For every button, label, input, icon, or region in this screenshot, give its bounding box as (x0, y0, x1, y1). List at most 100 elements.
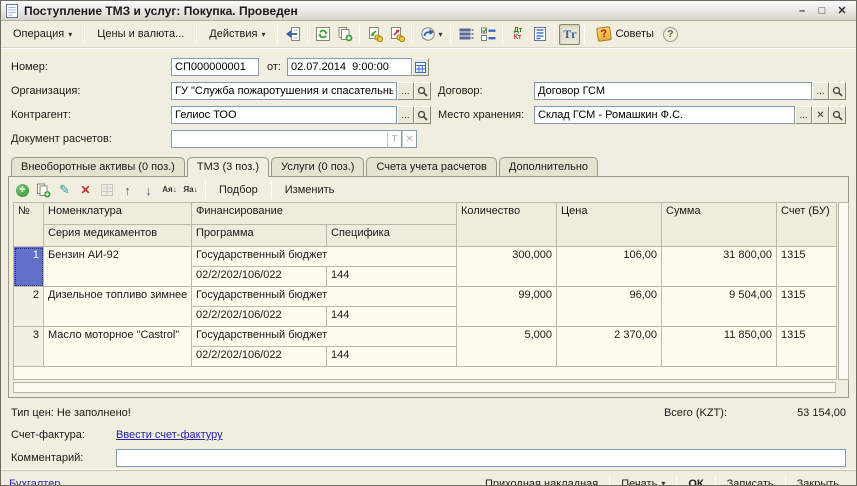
row-selector[interactable]: 2 (14, 287, 44, 327)
cell-sum[interactable]: 31 800,00 (662, 247, 777, 287)
horizontal-scrollbar[interactable] (13, 382, 836, 393)
contract-choose-button[interactable]: ... (812, 82, 829, 100)
counterparty-input[interactable] (171, 106, 397, 124)
cell-nomenclature[interactable]: Дизельное топливо зимнее (44, 287, 192, 327)
organization-open-button[interactable] (414, 82, 431, 100)
warehouse-open-button[interactable] (829, 106, 846, 124)
cell-price[interactable]: 96,00 (557, 287, 662, 327)
list-selection-button[interactable] (477, 24, 498, 45)
actions-menu-button[interactable]: Действия ▾ (201, 24, 273, 44)
ok-button[interactable]: ОК (679, 475, 712, 486)
sort-desc-button[interactable]: Яа↓ (181, 181, 200, 200)
calendar-button[interactable] (412, 58, 429, 76)
post-document-button[interactable] (282, 24, 303, 45)
cell-program[interactable]: 02/2/202/106/022 (192, 307, 327, 327)
cell-nomenclature[interactable]: Бензин АИ-92 (44, 247, 192, 287)
chevron-down-icon: ▾ (438, 30, 442, 39)
cell-account[interactable]: 1315 (777, 287, 837, 327)
cell-financing[interactable]: Государственный бюджет (192, 247, 457, 267)
add-row-button[interactable]: + (13, 181, 32, 200)
copy-row-button[interactable] (34, 181, 53, 200)
contract-input[interactable] (534, 82, 812, 100)
row-selector[interactable]: 1 (14, 247, 44, 287)
print-button[interactable]: Печать ▾ (612, 475, 674, 486)
comment-input[interactable] (116, 449, 846, 467)
checkbox-rows-icon (480, 26, 496, 42)
cell-account[interactable]: 1315 (777, 247, 837, 287)
chevron-down-icon: ▾ (661, 479, 665, 486)
register-prices-return-button[interactable] (386, 24, 407, 45)
document-footer: Тип цен: Не заполнено! Всего (KZT): 53 1… (1, 398, 856, 470)
cell-quantity[interactable]: 300,000 (457, 247, 557, 287)
responsible-link[interactable]: Бухгалтер (9, 478, 476, 486)
tab-noncurrent-assets[interactable]: Внеоборотные активы (0 поз.) (11, 157, 185, 176)
close-icon[interactable]: ✕ (832, 3, 852, 19)
warehouse-clear-button[interactable]: ✕ (812, 106, 829, 124)
save-button[interactable]: Записать (718, 475, 783, 486)
cell-specifics[interactable]: 144 (327, 267, 457, 287)
advices-button[interactable]: ? Советы (589, 23, 661, 45)
date-input[interactable] (287, 58, 412, 76)
move-up-button[interactable]: ↑ (118, 181, 137, 200)
tab-tmz[interactable]: ТМЗ (3 поз.) (187, 157, 269, 177)
cell-program[interactable]: 02/2/202/106/022 (192, 267, 327, 287)
maximize-icon[interactable]: □ (812, 3, 832, 19)
cell-program[interactable]: 02/2/202/106/022 (192, 347, 327, 367)
counterparty-choose-button[interactable]: ... (397, 106, 414, 124)
cell-quantity[interactable]: 5,000 (457, 327, 557, 367)
refresh-button[interactable] (312, 24, 333, 45)
end-edit-button[interactable] (97, 181, 116, 200)
tenge-toggle-button[interactable]: Тг (559, 24, 580, 45)
cell-nomenclature[interactable]: Масло моторное "Castrol" (44, 327, 192, 367)
show-postings-button[interactable]: Дт Кт (507, 24, 528, 45)
organization-choose-button[interactable]: ... (397, 82, 414, 100)
settlement-doc-clear-button[interactable]: ✕ (402, 130, 417, 148)
organization-input[interactable] (171, 82, 397, 100)
go-to-button[interactable]: ▾ (416, 24, 446, 45)
operation-menu-button[interactable]: Операция ▾ (5, 24, 80, 44)
pick-button[interactable]: Подбор (211, 182, 266, 198)
cell-account[interactable]: 1315 (777, 327, 837, 367)
move-down-button[interactable]: ↓ (139, 181, 158, 200)
row-selector[interactable]: 3 (14, 327, 44, 367)
copy-document-button[interactable] (334, 24, 355, 45)
warehouse-input[interactable] (534, 106, 795, 124)
cell-sum[interactable]: 11 850,00 (662, 327, 777, 367)
close-button[interactable]: Закрыть (788, 475, 848, 486)
arrow-up-icon: ↑ (124, 183, 131, 198)
enter-invoice-link[interactable]: Ввести счет-фактуру (116, 429, 223, 441)
minimize-icon[interactable]: – (792, 3, 812, 19)
change-button[interactable]: Изменить (277, 182, 343, 198)
contract-open-button[interactable] (829, 82, 846, 100)
cell-sum[interactable]: 9 504,00 (662, 287, 777, 327)
tab-settlement-accounts[interactable]: Счета учета расчетов (366, 157, 496, 176)
register-prices-in-button[interactable] (364, 24, 385, 45)
magnifier-icon (417, 86, 428, 97)
cell-specifics[interactable]: 144 (327, 307, 457, 327)
tab-services[interactable]: Услуги (0 поз.) (271, 157, 364, 176)
cell-specifics[interactable]: 144 (327, 347, 457, 367)
tab-additional[interactable]: Дополнительно (499, 157, 598, 176)
cell-price[interactable]: 2 370,00 (557, 327, 662, 367)
cell-financing[interactable]: Государственный бюджет (192, 287, 457, 307)
vertical-scrollbar[interactable] (838, 202, 849, 380)
cell-quantity[interactable]: 99,000 (457, 287, 557, 327)
delete-row-button[interactable]: ✕ (76, 181, 95, 200)
sort-asc-button[interactable]: Ая↓ (160, 181, 179, 200)
edit-row-button[interactable]: ✎ (55, 181, 74, 200)
cell-financing[interactable]: Государственный бюджет (192, 327, 457, 347)
toolbar-separator (271, 181, 272, 199)
incoming-invoice-button[interactable]: Приходная накладная (476, 475, 607, 486)
settlement-doc-input[interactable] (171, 130, 387, 148)
warehouse-choose-button[interactable]: ... (795, 106, 812, 124)
posting-report-button[interactable] (529, 24, 550, 45)
help-icon[interactable]: ? (663, 27, 678, 42)
list-rows-button[interactable] (455, 24, 476, 45)
delete-icon: ✕ (80, 183, 90, 197)
cell-price[interactable]: 106,00 (557, 247, 662, 287)
counterparty-open-button[interactable] (414, 106, 431, 124)
table-row: 1 Бензин АИ-92 Государственный бюджет 30… (14, 247, 837, 267)
number-input[interactable] (171, 58, 259, 76)
settlement-doc-type-button[interactable]: T (387, 130, 402, 148)
prices-currency-button[interactable]: Цены и валюта... (89, 24, 192, 44)
